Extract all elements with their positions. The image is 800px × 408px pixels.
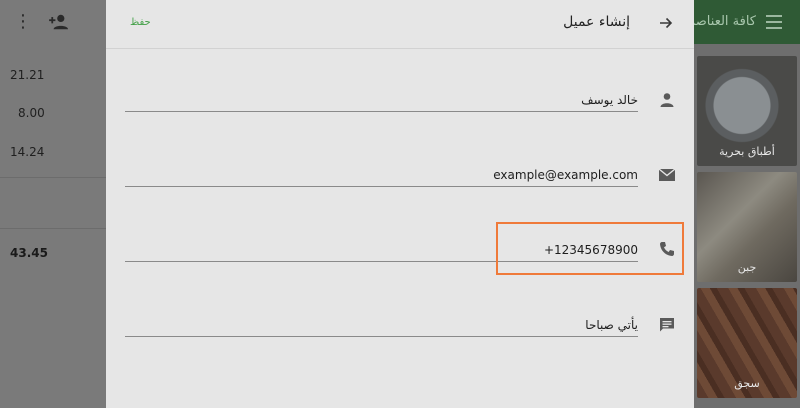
note-field[interactable]: يأتي صباحا — [125, 312, 638, 337]
create-customer-dialog: حفظ إنشاء عميل خالد يوسف example@example… — [106, 0, 694, 408]
ticket-total: 43.45 — [10, 246, 48, 260]
dialog-header: حفظ إنشاء عميل — [106, 0, 694, 49]
ticket-line-amount: 8.00 — [18, 106, 45, 120]
name-field[interactable]: خالد يوسف — [125, 87, 638, 112]
category-label: أطباق بحرية — [719, 145, 775, 158]
save-button[interactable]: حفظ — [130, 17, 151, 28]
ticket-line-amount: 14.24 — [10, 145, 45, 159]
categories-title: كافة العناصر — [694, 14, 756, 29]
dialog-title: إنشاء عميل — [563, 14, 630, 30]
comment-icon — [660, 318, 674, 332]
person-icon — [660, 93, 674, 107]
email-icon — [658, 168, 676, 181]
ticket-panel — [0, 0, 106, 408]
ticket-toolbar: ⋮ — [0, 0, 106, 44]
name-value: خالد يوسف — [581, 93, 638, 107]
category-label: سجق — [734, 377, 760, 390]
add-customer-icon[interactable] — [48, 13, 70, 31]
note-value: يأتي صباحا — [585, 318, 638, 332]
divider — [0, 177, 106, 178]
menu-icon[interactable] — [766, 15, 782, 29]
category-tile-seafood[interactable]: أطباق بحرية — [697, 56, 797, 166]
category-tile-sausage[interactable]: سجق — [697, 288, 797, 398]
back-arrow-icon[interactable] — [658, 15, 674, 31]
more-vert-icon[interactable]: ⋮ — [14, 12, 32, 32]
divider — [0, 228, 106, 229]
email-field[interactable]: example@example.com — [125, 162, 638, 187]
focus-highlight — [496, 222, 684, 275]
category-label: جبن — [737, 261, 757, 274]
category-tile-cheese[interactable]: جبن — [697, 172, 797, 282]
email-value: example@example.com — [493, 168, 638, 182]
ticket-line-amount: 21.21 — [10, 68, 45, 82]
